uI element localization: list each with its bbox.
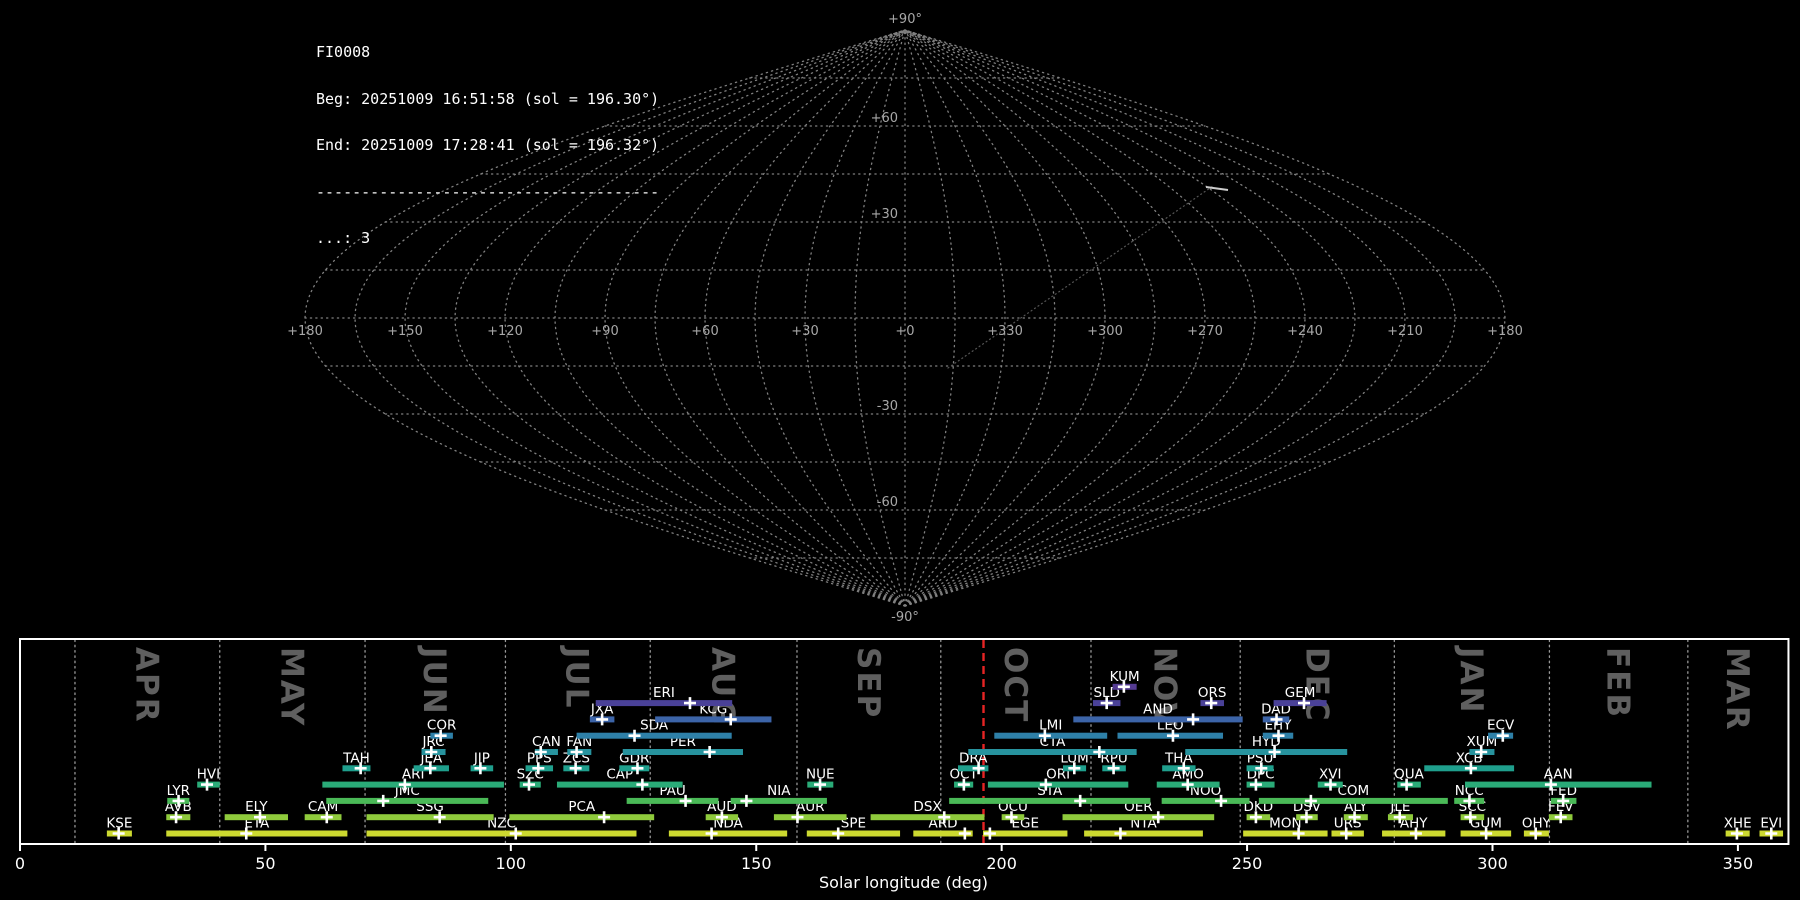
ra-label: +180 (1487, 324, 1523, 339)
shower-peak-marker (683, 697, 696, 710)
camera-id: FI0008 (316, 43, 371, 61)
shower-code-label: LYR (167, 783, 190, 799)
shower-code-label: DSX (913, 799, 941, 815)
x-tick-label: 0 (15, 854, 25, 873)
x-tick-label: 50 (255, 854, 275, 873)
x-tick-label: 250 (1232, 854, 1263, 873)
shower-code-label: TAH (342, 750, 370, 766)
ra-label: +0 (895, 324, 914, 339)
shower-code-label: XHE (1724, 816, 1752, 832)
shower-code-label: EVI (1760, 816, 1782, 832)
shower-code-label: XVI (1319, 767, 1341, 783)
x-tick-label: 100 (496, 854, 527, 873)
shower-code-label: KSE (106, 816, 132, 832)
ra-label: +60 (691, 324, 718, 339)
shower-count: ...: 3 (316, 229, 371, 247)
shower-peak-marker (703, 746, 716, 758)
dec-label: -60 (877, 495, 898, 510)
shower-code-label: NIA (767, 783, 791, 799)
shower-peak-marker (1187, 713, 1200, 726)
divider-line: -------------------------------------- (316, 182, 660, 201)
shower-peak-marker (740, 794, 753, 807)
shower-code-label: ELY (245, 799, 268, 815)
shower-code-label: JIP (473, 750, 490, 766)
shower-code-label: NUE (806, 767, 835, 783)
shower-code-label: LMI (1039, 718, 1062, 734)
shower-code-label: ORS (1198, 685, 1227, 701)
month-label: MAR (1719, 647, 1755, 732)
shower-code-label: ECV (1487, 718, 1515, 734)
shower-code-label: PCA (568, 799, 596, 815)
shower-code-label: COR (427, 718, 456, 734)
dec-label: -30 (877, 399, 898, 414)
shower-code-label: KUM (1110, 669, 1140, 685)
ra-label: +90 (591, 324, 618, 339)
x-tick-label: 200 (986, 854, 1017, 873)
shower-peak-marker (983, 827, 996, 840)
sky-map: +90°-90°+180 +150 +120 +90 +60 +30 +0 +330 +300 +… (287, 12, 1523, 625)
radiant-track-marker (1205, 186, 1229, 191)
dec-label: +30 (871, 207, 898, 222)
shower-code-label: GEM (1285, 685, 1316, 701)
shower-peak-marker (636, 778, 649, 791)
radiant-track (947, 185, 1214, 369)
ra-label: +330 (987, 324, 1023, 339)
viewer-root: +90° -90° +180 +150 +120 +90 +60 +30 +0 +330 +300 +… (0, 0, 1800, 900)
x-tick-label: 350 (1723, 854, 1754, 873)
month-label: APR (129, 647, 165, 724)
shower-peak-marker (598, 811, 611, 824)
ra-label: +210 (1387, 324, 1423, 339)
ra-label: +180 (287, 324, 323, 339)
shower-peak-marker (377, 794, 390, 807)
shower-peak-marker (958, 827, 971, 840)
month-label: OCT (997, 647, 1033, 723)
shower-code-label: QUA (1394, 767, 1425, 783)
session-info-panel: FI0008 Beg: 20251009 16:51:58 (sol = 196… (316, 14, 659, 278)
month-label: SEP (850, 647, 886, 719)
shower-code-label: ERI (653, 685, 675, 701)
pole-label-north: +90° (888, 12, 922, 27)
ra-label: +30 (791, 324, 818, 339)
activity-timeline: APR MAY JUN JUL AUG SEP OCT NOV DEC JAN FEB MARKSE E… (15, 638, 1790, 892)
shower-code-label: AND (1143, 701, 1173, 717)
shower-code-label: AAN (1544, 767, 1573, 783)
shower-peak-marker (1114, 827, 1127, 840)
shower-code-label: OHY (1522, 816, 1552, 832)
ra-label: +270 (1187, 324, 1223, 339)
session-begin: Beg: 20251009 16:51:58 (sol = 196.30°) (316, 89, 660, 108)
x-axis-title: Solar longitude (deg) (819, 873, 988, 892)
ra-label: +150 (387, 324, 423, 339)
x-tick-label: 150 (741, 854, 772, 873)
month-label: JUN (416, 645, 452, 716)
month-label: FEB (1600, 647, 1636, 719)
ra-label: +240 (1287, 324, 1323, 339)
ra-label: +300 (1087, 324, 1123, 339)
month-label: JAN (1453, 645, 1489, 714)
ra-label: +120 (487, 324, 523, 339)
shower-peak-marker (628, 729, 641, 742)
shower-code-label: HVI (197, 767, 220, 783)
session-end: End: 20251009 17:28:41 (sol = 196.32°) (316, 136, 660, 154)
shower-peak-marker (1074, 794, 1087, 807)
x-tick-label: 300 (1477, 854, 1508, 873)
shower-code-label: CAN (532, 734, 561, 750)
month-label: MAY (273, 647, 309, 727)
month-label: JUL (559, 645, 595, 709)
dec-label: +60 (871, 111, 898, 126)
